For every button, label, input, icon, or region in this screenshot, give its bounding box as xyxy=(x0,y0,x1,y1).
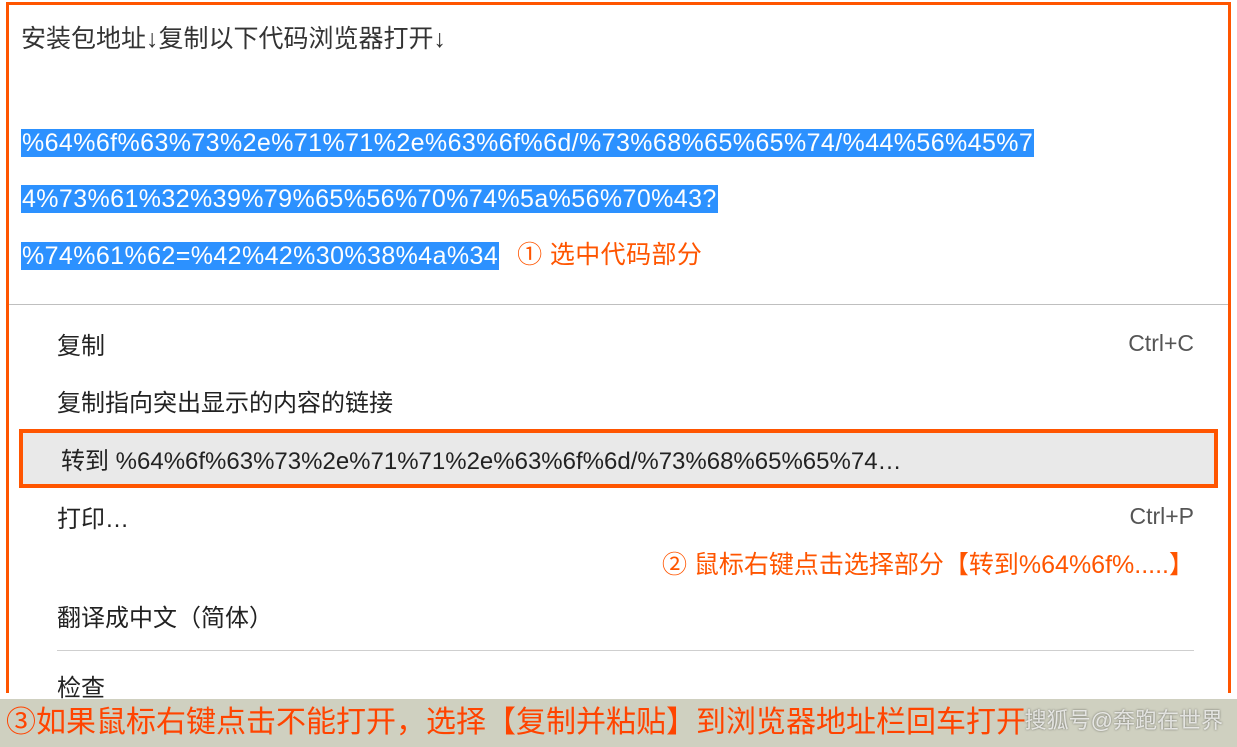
encoded-url-block[interactable]: %64%6f%63%73%2e%71%71%2e%63%6f%6d/%73%68… xyxy=(21,115,1218,284)
context-menu: 复制 Ctrl+C 复制指向突出显示的内容的链接 转到 %64%6f%63%73… xyxy=(9,304,1228,722)
menu-translate-label: 翻译成中文（简体） xyxy=(57,598,273,633)
text-area: 安装包地址↓复制以下代码浏览器打开↓ %64%6f%63%73%2e%71%71… xyxy=(9,5,1228,304)
menu-copy-link-label: 复制指向突出显示的内容的链接 xyxy=(57,383,393,418)
instruction-frame: 安装包地址↓复制以下代码浏览器打开↓ %64%6f%63%73%2e%71%71… xyxy=(6,2,1231,693)
code-line-3: %74%61%62=%42%42%30%38%4a%34 xyxy=(21,242,499,270)
menu-translate[interactable]: 翻译成中文（简体） xyxy=(9,587,1228,644)
header-instruction: 安装包地址↓复制以下代码浏览器打开↓ xyxy=(21,19,1218,55)
menu-copy-label: 复制 xyxy=(57,326,105,361)
menu-copy-shortcut: Ctrl+C xyxy=(1128,330,1194,357)
menu-print-label: 打印… xyxy=(57,499,129,534)
menu-separator xyxy=(57,650,1194,651)
menu-copy[interactable]: 复制 Ctrl+C xyxy=(9,315,1228,372)
annotation-step1: ① 选中代码部分 xyxy=(517,227,702,283)
watermark: 搜狐号@奔跑在世界 xyxy=(1025,703,1223,735)
code-line-1: %64%6f%63%73%2e%71%71%2e%63%6f%6d/%73%68… xyxy=(21,129,1034,157)
menu-print[interactable]: 打印… Ctrl+P xyxy=(9,488,1228,545)
menu-goto-label: 转到 %64%6f%63%73%2e%71%71%2e%63%6f%6d/%73… xyxy=(61,441,902,476)
menu-goto-highlighted[interactable]: 转到 %64%6f%63%73%2e%71%71%2e%63%6f%6d/%73… xyxy=(19,429,1218,488)
code-line-2: 4%73%61%32%39%79%65%56%70%74%5a%56%70%43… xyxy=(21,185,718,213)
menu-inspect-label: 检查 xyxy=(57,668,105,703)
annotation-step2: ② 鼠标右键点击选择部分【转到%64%6f%.....】 xyxy=(9,545,1228,587)
menu-copy-link[interactable]: 复制指向突出显示的内容的链接 xyxy=(9,372,1228,429)
menu-print-shortcut: Ctrl+P xyxy=(1129,503,1194,530)
